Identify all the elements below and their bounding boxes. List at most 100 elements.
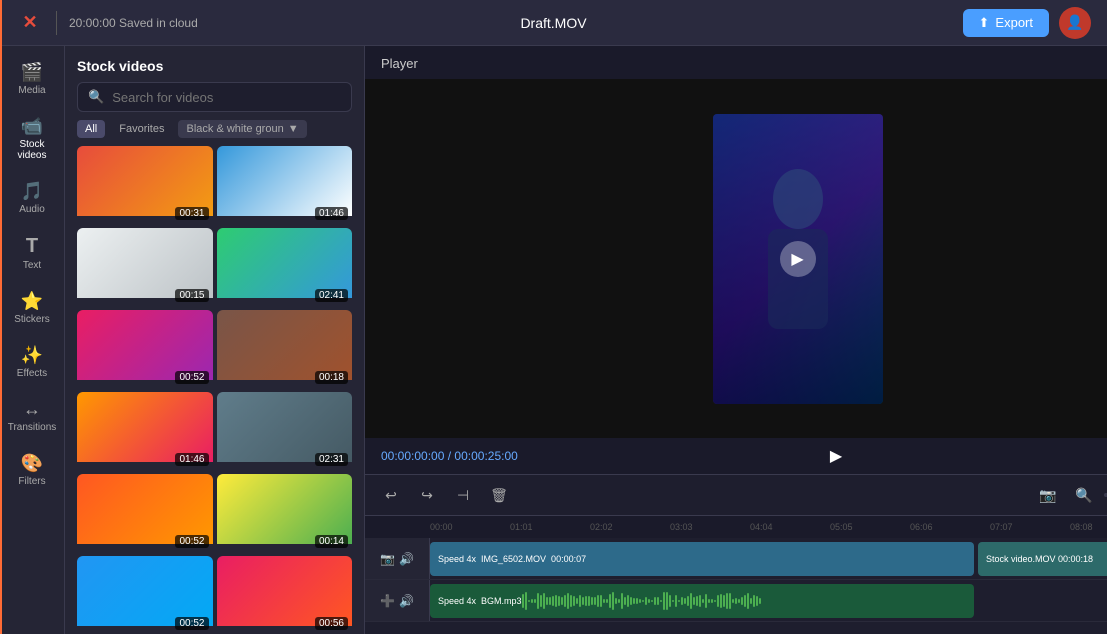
export-icon: ⬆ xyxy=(979,15,990,31)
play-button[interactable]: ▶ xyxy=(780,241,816,277)
wave-bar-19 xyxy=(579,595,581,607)
wave-bar-76 xyxy=(750,598,752,604)
zoom-out-button[interactable]: 🔍 xyxy=(1070,481,1098,509)
video-thumb-11[interactable]: 00:56 xyxy=(217,556,353,634)
wave-bar-10 xyxy=(552,596,554,605)
sidebar-item-effects[interactable]: ✨ Effects xyxy=(4,337,60,387)
sidebar-item-filters[interactable]: 🎨 Filters xyxy=(4,445,60,495)
wave-bar-13 xyxy=(561,597,563,606)
wave-bar-12 xyxy=(558,596,560,606)
icon-sidebar: 🎬 Media 📹 Stock videos 🎵 Audio T Text ⭐ … xyxy=(0,46,65,634)
sidebar-item-text[interactable]: T Text xyxy=(4,227,60,279)
split-button[interactable]: ⊣ xyxy=(449,481,477,509)
wave-bar-4 xyxy=(534,599,536,602)
wave-bar-75 xyxy=(747,593,749,610)
stock-panel: Stock videos 🔍 All Favorites Black & whi… xyxy=(65,46,365,634)
filter-tab-all[interactable]: All xyxy=(77,120,105,138)
wave-bar-51 xyxy=(675,595,677,607)
wave-bar-2 xyxy=(528,600,530,602)
wave-bar-55 xyxy=(687,596,689,605)
video-duration-3: 02:41 xyxy=(315,289,348,302)
video-duration-0: 00:31 xyxy=(175,207,208,220)
undo-button[interactable]: ↩ xyxy=(377,481,405,509)
ruler-mark-8: 08:08 xyxy=(1070,522,1107,532)
avatar[interactable]: 👤 xyxy=(1059,7,1091,39)
video-thumb-6[interactable]: 01:46 xyxy=(77,392,213,470)
sidebar-item-text-label: Text xyxy=(23,260,41,271)
video-duration-1: 01:46 xyxy=(315,207,348,220)
wave-bar-36 xyxy=(630,597,632,605)
wave-bar-22 xyxy=(588,596,590,607)
wave-bar-63 xyxy=(711,599,713,604)
main-video-clip[interactable]: Speed 4x IMG_6502.MOV 00:00:07 xyxy=(430,542,974,576)
stock-video-clip[interactable]: Stock video.MOV 00:00:18 xyxy=(978,542,1107,576)
video-thumb-0[interactable]: 00:31 xyxy=(77,146,213,224)
video-thumb-8[interactable]: 00:52 xyxy=(77,474,213,552)
wave-bar-45 xyxy=(657,597,659,605)
camera-track-icon[interactable]: 📷 xyxy=(380,552,395,566)
export-label: Export xyxy=(995,15,1033,30)
filter-dropdown[interactable]: Black & white groun ▼ xyxy=(178,120,306,138)
wave-bar-79 xyxy=(759,598,761,605)
wave-bar-27 xyxy=(603,599,605,603)
audio-clip-label: Speed 4x BGM.mp3 xyxy=(438,596,522,606)
video-thumb-9[interactable]: 00:14 xyxy=(217,474,353,552)
play-pause-button[interactable]: ▶ xyxy=(830,446,842,466)
timeline-ruler: 00:0001:0102:0203:0304:0405:0506:0607:07… xyxy=(365,516,1107,538)
video-thumb-3[interactable]: 02:41 xyxy=(217,228,353,306)
topbar: ✕ 20:00:00 Saved in cloud Draft.MOV ⬆ Ex… xyxy=(0,0,1107,46)
wave-bar-43 xyxy=(651,600,653,602)
transitions-icon: ↔ xyxy=(23,399,41,420)
video-duration-11: 00:56 xyxy=(315,617,348,630)
wave-bar-25 xyxy=(597,595,599,608)
sidebar-item-stock-videos[interactable]: 📹 Stock videos xyxy=(4,108,60,169)
wave-bar-31 xyxy=(615,598,617,605)
wave-bar-32 xyxy=(618,599,620,603)
filters-icon: 🎨 xyxy=(21,453,43,474)
video-thumb-2[interactable]: 00:15 xyxy=(77,228,213,306)
wave-bar-11 xyxy=(555,595,557,606)
wave-bar-24 xyxy=(594,597,596,604)
player-section: Player ▶ 00:00:00:00 / 00:00:25:00 ▶ xyxy=(365,46,1107,634)
wave-bar-59 xyxy=(699,595,701,607)
delete-button[interactable]: 🗑 xyxy=(485,481,513,509)
zoom-controls: 🔍 🔎 xyxy=(1070,481,1107,509)
text-icon: T xyxy=(26,235,38,258)
wave-bar-53 xyxy=(681,597,683,605)
sidebar-item-stickers[interactable]: ⭐ Stickers xyxy=(4,283,60,333)
timeline-section: ↩ ↪ ⊣ 🗑 📷 🔍 🔎 00:0001:0102:0203:0304:040… xyxy=(365,474,1107,634)
video-thumb-4[interactable]: 00:52 xyxy=(77,310,213,388)
volume-track-icon[interactable]: 🔊 xyxy=(399,552,414,566)
redo-button[interactable]: ↪ xyxy=(413,481,441,509)
camera-button[interactable]: 📷 xyxy=(1034,481,1062,509)
audio-mute-icon[interactable]: 🔊 xyxy=(399,594,414,608)
wave-bar-34 xyxy=(624,597,626,605)
wave-bar-18 xyxy=(576,598,578,603)
wave-bar-15 xyxy=(567,593,569,610)
wave-bar-78 xyxy=(756,596,758,605)
filter-tabs: All Favorites Black & white groun ▼ xyxy=(65,120,364,146)
wave-bar-67 xyxy=(723,595,725,607)
wave-bar-71 xyxy=(735,598,737,605)
wave-bar-69 xyxy=(729,593,731,609)
wave-bar-37 xyxy=(633,598,635,604)
add-track-icon[interactable]: ➕ xyxy=(380,594,395,608)
sidebar-item-media[interactable]: 🎬 Media xyxy=(4,54,60,104)
filter-tab-favorites[interactable]: Favorites xyxy=(111,120,172,138)
search-input[interactable] xyxy=(112,90,341,105)
audio-clip[interactable]: Speed 4x BGM.mp3 xyxy=(430,584,974,618)
search-icon: 🔍 xyxy=(88,89,104,105)
wave-bar-46 xyxy=(660,600,662,603)
video-thumb-7[interactable]: 02:31 xyxy=(217,392,353,470)
sidebar-item-transitions[interactable]: ↔ Transitions xyxy=(4,391,60,441)
wave-bar-41 xyxy=(645,597,647,605)
video-duration-10: 00:52 xyxy=(175,617,208,630)
ruler-mark-2: 02:02 xyxy=(590,522,670,532)
sidebar-item-audio[interactable]: 🎵 Audio xyxy=(4,173,60,223)
video-thumb-10[interactable]: 00:52 xyxy=(77,556,213,634)
export-button[interactable]: ⬆ Export xyxy=(963,9,1049,37)
audio-track: ➕ 🔊 Speed 4x BGM.mp3 xyxy=(365,580,1107,622)
video-thumb-5[interactable]: 00:18 xyxy=(217,310,353,388)
wave-bar-40 xyxy=(642,600,644,603)
video-thumb-1[interactable]: 01:46 xyxy=(217,146,353,224)
